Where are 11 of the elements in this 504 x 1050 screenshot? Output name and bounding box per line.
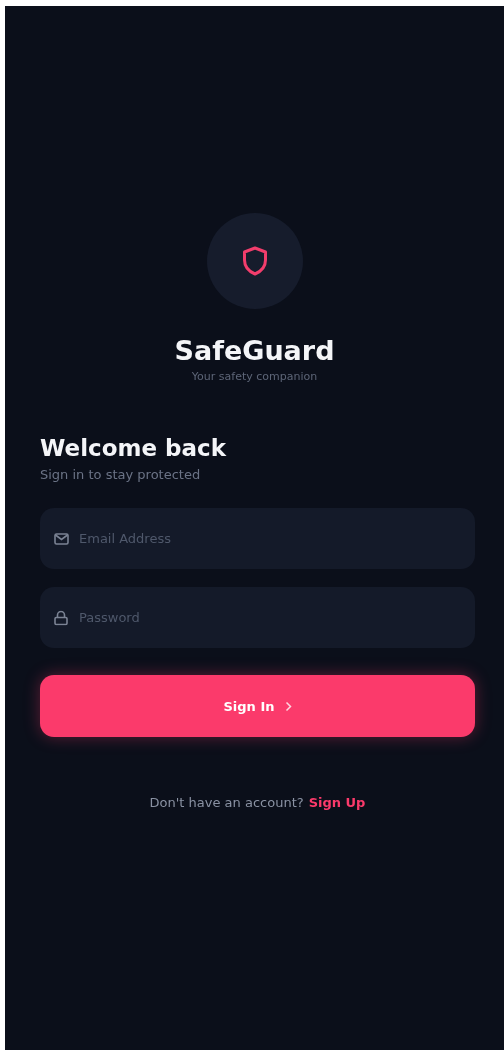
welcome-heading: Welcome back [40,435,227,461]
app-tagline: Your safety companion [191,370,318,383]
chevron-right-icon [284,700,292,712]
welcome-subtitle: Sign in to stay protected [40,467,202,482]
app-name: SafeGuard [174,335,335,366]
shield-icon [241,246,268,276]
sign-up-link[interactable]: Sign Up [308,795,366,810]
email-field[interactable]: Email Address [40,508,475,569]
sign-in-button[interactable]: Sign In [40,675,475,737]
signup-prompt: Don't have an account? [149,795,304,810]
password-field[interactable]: Password [40,587,475,648]
